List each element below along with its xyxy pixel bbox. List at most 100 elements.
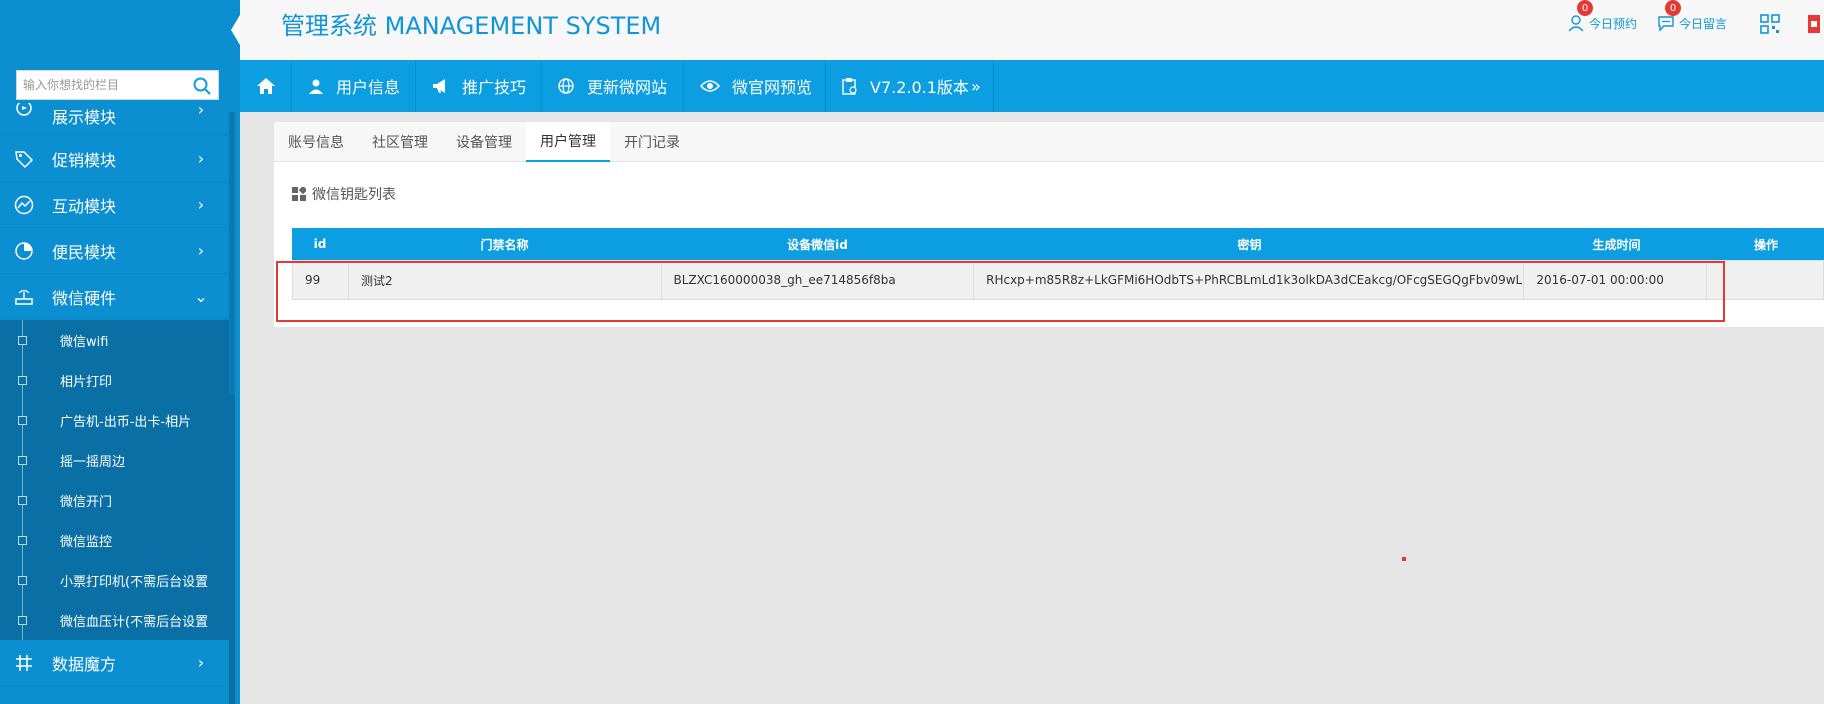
table-header-cell: id	[313, 237, 327, 251]
sidebar-subitem-label: 相片打印	[60, 374, 113, 390]
page-title: 管理系统 MANAGEMENT SYSTEM	[281, 12, 662, 40]
nav-user-info[interactable]: 用户信息	[292, 60, 416, 112]
search-icon[interactable]	[192, 76, 212, 96]
sidebar-item-convenience[interactable]: 便民模块 ›	[0, 228, 229, 274]
table-header-cell: 操作	[1753, 237, 1778, 252]
nav-home[interactable]	[240, 60, 292, 112]
chevron-right-icon: ›	[197, 149, 205, 168]
tag-icon	[12, 147, 36, 171]
tab-user-management[interactable]: 用户管理	[526, 122, 610, 162]
pie-icon	[12, 239, 36, 263]
chevron-right-icon: ›	[197, 100, 205, 119]
appointments-count-badge: 0	[1577, 0, 1593, 16]
sidebar-subitem[interactable]: 微信监控	[0, 520, 229, 560]
sidebar-toggle-notch[interactable]	[231, 10, 240, 50]
sidebar-subitem[interactable]: 微信wifi	[0, 320, 229, 360]
sidebar-submenu-wechat-hardware: 微信wifi 相片打印 广告机-出币-出卡-相片 摇一摇周边 微信开门 微信监控…	[0, 320, 229, 640]
qrcode-button[interactable]	[1760, 14, 1780, 34]
sidebar-item-interaction[interactable]: 互动模块 ›	[0, 182, 229, 228]
sidebar-item-label: 数据魔方	[52, 654, 117, 674]
section-title: 微信钥匙列表	[292, 184, 396, 204]
sidebar-subitem-label: 微信监控	[60, 534, 113, 550]
chevron-right-icon: ›	[197, 195, 205, 214]
sidebar-item-wechat-hardware[interactable]: 微信硬件 ⌄	[0, 274, 229, 320]
logout-icon	[1808, 15, 1820, 33]
display-icon	[12, 100, 36, 124]
sidebar-subitem-label: 小票打印机(不需后台设置	[60, 574, 209, 590]
tree-node-icon	[18, 416, 27, 425]
table-header-cell: 设备微信id	[787, 237, 848, 252]
tree-node-icon	[18, 616, 27, 625]
sidebar-item-label: 微信硬件	[52, 288, 117, 308]
sidebar-subitem[interactable]: 小票打印机(不需后台设置	[0, 560, 229, 600]
sidebar-subitem[interactable]: 摇一摇周边	[0, 440, 229, 480]
tree-node-icon	[18, 456, 27, 465]
tree-node-icon	[18, 376, 27, 385]
tab-community-management[interactable]: 社区管理	[358, 122, 442, 162]
sidebar-subitem[interactable]: 相片打印	[0, 360, 229, 400]
double-chevron-right-icon: »	[970, 76, 981, 96]
tree-node-icon	[18, 336, 27, 345]
messages-count-badge: 0	[1665, 0, 1681, 16]
nav-label: 用户信息	[336, 78, 401, 97]
sidebar-item-promotion[interactable]: 促销模块 ›	[0, 136, 229, 182]
home-icon	[256, 76, 276, 96]
tree-node-icon	[18, 576, 27, 585]
sidebar-subitem[interactable]: 广告机-出币-出卡-相片	[0, 400, 229, 440]
tree-node-icon	[18, 496, 27, 505]
sidebar-subitem[interactable]: 微信血压计(不需后台设置	[0, 600, 229, 640]
grid-icon	[12, 651, 36, 675]
nav-update-site[interactable]: 更新微网站	[542, 60, 684, 112]
sidebar-search-input[interactable]	[17, 71, 187, 99]
chevron-right-icon: ›	[197, 241, 205, 260]
messages-button[interactable]: 0 今日留言	[1657, 0, 1728, 32]
qrcode-icon	[1760, 14, 1780, 34]
globe-icon	[558, 76, 575, 96]
clipboard-icon	[842, 76, 858, 96]
annotation-dot	[1402, 557, 1406, 561]
sidebar: 展示模块 › 促销模块 › 互动模块 › 便民模块 ›	[0, 0, 240, 704]
sidebar-item-data-cube[interactable]: 数据魔方 ›	[0, 640, 229, 686]
chat-bubble-icon: 0	[1657, 0, 1681, 32]
tab-door-records[interactable]: 开门记录	[610, 122, 694, 162]
widgets-icon	[292, 187, 306, 201]
sidebar-scrollbar-thumb[interactable]	[229, 395, 235, 704]
user-icon: 0	[1567, 0, 1593, 32]
sidebar-item-label: 展示模块	[52, 108, 117, 127]
messages-label: 今日留言	[1679, 16, 1728, 31]
sidebar-subitem-label: 微信开门	[60, 494, 113, 510]
sidebar-item-label: 互动模块	[52, 196, 117, 216]
sidebar-subitem-label: 摇一摇周边	[60, 454, 126, 470]
chevron-right-icon: ›	[197, 653, 205, 672]
sidebar-menu: 展示模块 › 促销模块 › 互动模块 › 便民模块 › 微信硬件 ⌄ 微信wif…	[0, 100, 229, 686]
nav-promotion-tips[interactable]: 推广技巧	[416, 60, 542, 112]
table-header-cell: 密钥	[1237, 237, 1262, 252]
nav-label: V7.2.0.1版本	[870, 78, 969, 97]
sidebar-subitem-label: 微信wifi	[60, 334, 109, 350]
chevron-down-icon: ⌄	[194, 287, 208, 306]
logout-button[interactable]	[1808, 14, 1824, 34]
top-navbar: 用户信息 推广技巧 更新微网站 微官网预览 V7.2.0.1版本 »	[240, 60, 1824, 112]
tree-node-icon	[18, 536, 27, 545]
user-icon	[308, 76, 324, 96]
tab-bar: 账号信息 社区管理 设备管理 用户管理 开门记录	[274, 122, 1824, 162]
nav-site-preview[interactable]: 微官网预览	[684, 60, 826, 112]
nav-label: 微官网预览	[732, 78, 813, 97]
sidebar-item-label: 促销模块	[52, 150, 117, 170]
sidebar-search-box	[16, 70, 219, 100]
table-header: id 门禁名称 设备微信id 密钥 生成时间 操作	[292, 228, 1824, 260]
sidebar-subitem[interactable]: 微信开门	[0, 480, 229, 520]
megaphone-icon	[432, 76, 450, 96]
appointments-button[interactable]: 0 今日预约	[1567, 0, 1638, 32]
tab-account-info[interactable]: 账号信息	[274, 122, 358, 162]
eye-icon	[700, 76, 720, 96]
highlight-annotation-box	[276, 261, 1725, 322]
main-content: 账号信息 社区管理 设备管理 用户管理 开门记录 微信钥匙列表 id 门禁名称 …	[240, 112, 1824, 704]
chart-line-icon	[12, 193, 36, 217]
nav-label: 更新微网站	[586, 78, 667, 97]
appointments-label: 今日预约	[1589, 16, 1638, 31]
nav-version[interactable]: V7.2.0.1版本 »	[826, 60, 994, 112]
tab-device-management[interactable]: 设备管理	[442, 122, 526, 162]
sidebar-item-display[interactable]: 展示模块 ›	[0, 100, 229, 136]
logo-area	[0, 0, 240, 60]
